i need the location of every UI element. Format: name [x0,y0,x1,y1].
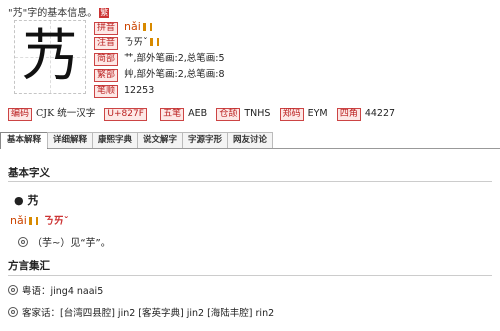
pinyin-row: 拼音 nǎi [94,20,152,35]
basic-pinyin: nǎi [10,214,27,227]
speaker-icon[interactable] [28,217,38,225]
basic-character-entry: ● 艿 [14,192,38,208]
zhuyin-value: ㄋㄞˇ [124,37,148,48]
divider [8,275,492,276]
circle-bullet-icon [8,307,18,317]
cangjie-label: 仓颉 [216,108,241,121]
sijiao-value: 44227 [364,108,396,119]
stroke-order-value: 12253 [124,85,155,96]
basic-character: 艿 [27,194,39,207]
cangjie-value: TNHS [244,108,271,119]
dialect-item: 客家话：[台湾四县腔] jin2 [客英字典] jin2 [海陆丰腔] rin2 [8,305,274,319]
traditional-toggle-button[interactable]: 繁 [99,8,110,18]
simplified-radical-value: 艹,部外笔画:2,总笔画:5 [124,53,225,64]
basic-gloss: （芋~）见“芋”。 [32,238,111,249]
main-character: 艿 [22,24,78,89]
bianma-label: 编码 [8,108,33,121]
speaker-icon[interactable] [142,23,152,31]
code-row: 编码 CJK 统一汉字 U+827F 五笔 AEB 仓颉 TNHS 郑码 EYM 四角 4… [8,107,401,121]
header-note: "艿"字的基本信息。繁 [8,4,110,19]
bianma-value: CJK 统一汉字 [36,108,96,119]
stroke-order-row: 笔顺 12253 [94,84,154,98]
zhuyin-label: 注音 [94,37,119,50]
traditional-radical-value: 艸,部外笔画:2,总笔画:8 [124,69,225,80]
zhengma-label: 郑码 [279,108,304,121]
basic-zhuyin: ㄋㄞˇ [43,216,69,227]
wubi-label: 五笔 [160,108,185,121]
traditional-radical-row: 繁部 艸,部外笔画:2,总笔画:8 [94,68,225,82]
speaker-icon[interactable] [149,38,159,46]
unicode-label: U+827F [104,108,147,121]
pinyin-label: 拼音 [94,22,119,35]
tab-ziyuan[interactable]: 字源字形 [182,132,228,148]
bullet-icon: ● [14,194,24,207]
dialect-item: 粤语：jing4 naai5 [8,283,103,297]
character-box: 艿 [14,20,86,94]
dialect-heading: 方言集汇 [8,260,50,272]
stroke-order-label: 笔顺 [94,85,119,98]
simplified-radical-row: 简部 艹,部外笔画:2,总笔画:5 [94,52,225,66]
dialect-hakka: 客家话：[台湾四县腔] jin2 [客英字典] jin2 [海陆丰腔] rin2 [22,308,275,319]
traditional-radical-label: 繁部 [94,69,119,82]
tab-basic[interactable]: 基本解释 [0,132,48,149]
dialect-cantonese: 粤语：jing4 naai5 [22,286,104,297]
tab-bar: 基本解释 详细解释 康熙字典 说文解字 字源字形 网友讨论 [0,132,500,149]
simplified-radical-label: 简部 [94,53,119,66]
pinyin-value: nǎi [124,20,141,33]
header-note-text: "艿"字的基本信息。 [8,8,98,19]
basic-pronunciation: nǎi ㄋㄞˇ [10,212,69,227]
basic-heading: 基本字义 [8,167,50,179]
circle-bullet-icon [18,237,28,247]
tab-detailed[interactable]: 详细解释 [47,132,93,148]
basic-gloss-item: （芋~）见“芋”。 [18,234,111,249]
divider [8,181,492,182]
sijiao-label: 四角 [336,108,361,121]
tab-kangxi[interactable]: 康熙字典 [92,132,138,148]
zhuyin-row: 注音 ㄋㄞˇ [94,36,159,50]
wubi-value: AEB [188,108,208,119]
tab-shuowen[interactable]: 说文解字 [137,132,183,148]
tab-discussion[interactable]: 网友讨论 [227,132,273,148]
circle-bullet-icon [8,285,18,295]
zhengma-value: EYM [307,108,328,119]
